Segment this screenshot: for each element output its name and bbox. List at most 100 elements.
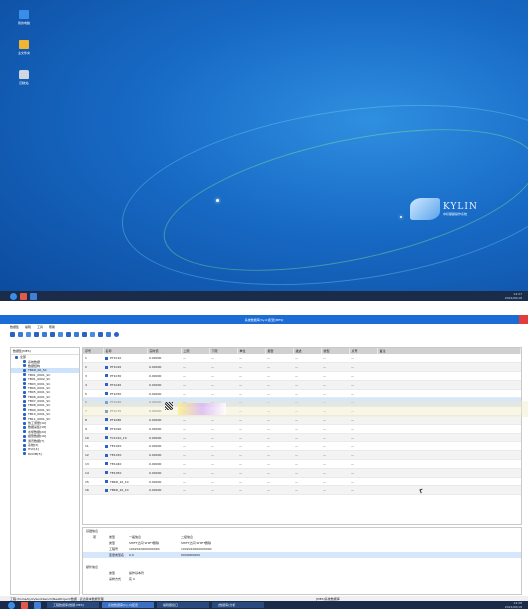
file-manager-button[interactable] bbox=[20, 292, 27, 300]
menu-dataset[interactable]: 数据集 bbox=[10, 325, 19, 329]
file-manager-button[interactable] bbox=[21, 601, 28, 609]
trash-icon bbox=[19, 70, 29, 79]
row-cell: — bbox=[265, 389, 293, 399]
row-cell: — bbox=[293, 406, 321, 417]
row-name-cell: TBKR_10_10 bbox=[103, 477, 147, 487]
props-row[interactable]: 采样方式 实 0 bbox=[83, 576, 521, 582]
props-cell: 变量类型名 bbox=[109, 553, 125, 557]
print-icon[interactable] bbox=[18, 331, 23, 337]
row-value: 0.00000 bbox=[147, 485, 181, 496]
data-grid: 序号 名称 实时值 上限 下限 单位 报警 描述 类型 点号 备注 1 PT1010 0.00000— —… bbox=[82, 347, 522, 525]
sort-icon[interactable] bbox=[82, 331, 87, 337]
table-row[interactable]: 4 PT1040 0.00000— — — — — — — bbox=[83, 380, 521, 390]
close-window-button[interactable] bbox=[519, 315, 528, 324]
row-cell: — bbox=[293, 468, 321, 478]
tree-item-label: TB01_0001_SC bbox=[28, 372, 51, 377]
table-row[interactable]: 9 PT1090 0.00000— — — — — — — bbox=[83, 424, 521, 434]
row-cell: — bbox=[265, 415, 293, 425]
cut-icon[interactable] bbox=[50, 331, 55, 337]
desktop-icon-computer[interactable]: 我的电脑 bbox=[14, 10, 34, 25]
task-button[interactable]: 工程数据库[数据-MES] bbox=[47, 602, 99, 608]
row-cell: — bbox=[265, 397, 293, 408]
table-row[interactable]: 3 PT1030 0.00000— — — — — — — bbox=[83, 371, 521, 381]
tag-icon bbox=[105, 418, 108, 422]
row-cell: — bbox=[181, 424, 209, 434]
start-menu-button[interactable] bbox=[10, 292, 17, 300]
table-row[interactable]: 8 PT1080 0.00000— — — — — — — bbox=[83, 415, 521, 425]
table-row[interactable]: 5 PT1050 0.00000— — — — — — — bbox=[83, 389, 521, 399]
table-row[interactable]: 10 TC1010_10 0.00000— — — — — — — bbox=[83, 433, 521, 443]
row-cell: — bbox=[349, 477, 377, 487]
row-name-cell: PT1020 bbox=[103, 362, 147, 373]
row-cell bbox=[377, 406, 521, 417]
table-row[interactable]: 14 TE1050 0.00000— — — — — — — bbox=[83, 468, 521, 478]
database-icon bbox=[23, 368, 26, 372]
browser-button[interactable] bbox=[34, 601, 41, 609]
task-label: 工程数据库[数据-MES] bbox=[53, 603, 84, 607]
delete-row-icon[interactable] bbox=[66, 331, 71, 337]
row-cell bbox=[377, 485, 521, 496]
filter-icon[interactable] bbox=[74, 331, 79, 337]
info-icon[interactable] bbox=[106, 331, 111, 337]
row-number: 2 bbox=[83, 362, 103, 373]
refresh-icon[interactable] bbox=[26, 331, 31, 337]
properties-panel: 基础信息 项 类型 一般信息 二级信息 类型 SHIFT之间 SHIFT删除 SHI… bbox=[82, 527, 522, 595]
row-number: 9 bbox=[83, 424, 103, 434]
row-value: 0.00000 bbox=[147, 433, 181, 443]
menu-edit[interactable]: 编辑 bbox=[25, 325, 31, 329]
tag-icon bbox=[105, 409, 108, 413]
row-cell bbox=[377, 380, 521, 390]
copy-icon[interactable] bbox=[34, 331, 39, 337]
row-cell: — bbox=[321, 406, 349, 417]
table-row[interactable]: 7PT10700.00000——————— bbox=[83, 406, 521, 417]
row-cell bbox=[377, 424, 521, 434]
row-cell: — bbox=[349, 415, 377, 425]
table-row[interactable]: 6PT10600.00000——————— bbox=[83, 397, 521, 408]
row-number: 1 bbox=[83, 354, 103, 364]
menu-help[interactable]: 帮助 bbox=[49, 325, 55, 329]
settings-icon[interactable] bbox=[90, 331, 95, 337]
desktop-icon-trash[interactable]: 回收站 bbox=[14, 70, 34, 85]
task-button[interactable]: [数据库]分析 bbox=[212, 602, 264, 608]
task-label: 编辑器窗口 bbox=[163, 603, 179, 607]
row-name-cell: TC1010_10 bbox=[103, 433, 147, 443]
task-button[interactable]: 系统数据库[hy-0]配置 bbox=[102, 602, 154, 608]
grid-icon[interactable] bbox=[98, 331, 103, 337]
props-cell: 类型 bbox=[109, 541, 116, 545]
table-row[interactable]: 12 TE1030 0.00000— — — — — — — bbox=[83, 450, 521, 461]
task-button[interactable]: 编辑器窗口 bbox=[157, 602, 209, 608]
menu-tools[interactable]: 工具 bbox=[37, 325, 43, 329]
props-col-header: 项 bbox=[93, 535, 97, 539]
table-row[interactable]: 16 TBKR_10_10 0.00000— — — — — — — bbox=[83, 485, 521, 496]
row-cell bbox=[377, 450, 521, 461]
desktop-icon-home-folder[interactable]: 主文件夹 bbox=[14, 40, 34, 55]
qr-code-icon bbox=[165, 402, 173, 410]
database-icon bbox=[23, 425, 26, 429]
table-row[interactable]: 13 TE1040 0.00000— — — — — — — bbox=[83, 459, 521, 469]
row-cell: — bbox=[349, 406, 377, 417]
table-row[interactable]: 11 TE1020 0.00000— — — — — — — bbox=[83, 441, 521, 452]
system-tray[interactable]: 14:28 2024/06/18 bbox=[505, 601, 522, 609]
row-cell: — bbox=[293, 415, 321, 425]
tree-expand-icon bbox=[15, 355, 18, 359]
paste-icon[interactable] bbox=[42, 331, 47, 337]
row-cell: — bbox=[181, 459, 209, 469]
save-icon[interactable] bbox=[10, 331, 15, 337]
tag-icon bbox=[105, 365, 108, 369]
row-cell: — bbox=[265, 406, 293, 417]
table-row[interactable]: 2 PT1020 0.00000— — — — — — — bbox=[83, 362, 521, 373]
row-name: TC1010_10 bbox=[110, 435, 127, 440]
tree-item-label: 通讯数据[7] bbox=[28, 438, 45, 443]
row-number: 4 bbox=[83, 380, 103, 390]
help-icon[interactable] bbox=[114, 331, 119, 337]
tree-item[interactable]: ROOM[5] bbox=[11, 452, 79, 456]
row-cell: — bbox=[321, 389, 349, 399]
browser-button[interactable] bbox=[30, 292, 37, 300]
add-row-icon[interactable] bbox=[58, 331, 63, 337]
start-menu-button[interactable] bbox=[8, 601, 15, 609]
window-titlebar[interactable]: 系统数据库[hy-0]配置[MES] bbox=[0, 315, 528, 324]
table-row[interactable]: 15 TBKR_10_10 0.00000— — — — — — — bbox=[83, 477, 521, 487]
system-tray[interactable]: 14:27 2024/06/18 bbox=[505, 292, 522, 300]
row-cell: — bbox=[209, 389, 237, 399]
table-row[interactable]: 1 PT1010 0.00000— — — — — — — bbox=[83, 354, 521, 364]
